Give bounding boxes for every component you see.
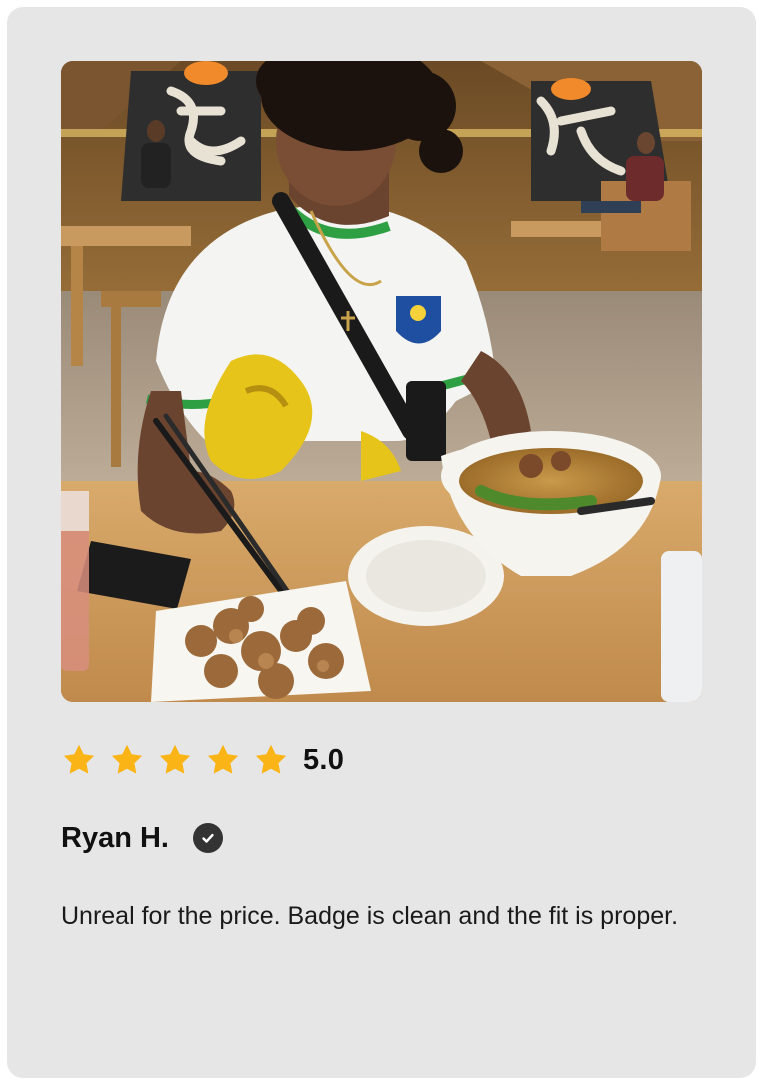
review-photo-image	[61, 61, 702, 702]
star-icon	[159, 744, 191, 774]
rating-value: 5.0	[303, 743, 345, 776]
verified-check-icon	[192, 823, 223, 853]
star-icon	[63, 744, 95, 774]
review-photo[interactable]	[61, 61, 702, 702]
reviewer-name: Ryan H.	[61, 821, 169, 854]
star-icon	[255, 744, 287, 774]
review-card: 5.0 Ryan H. Unreal for the price. Badge …	[7, 7, 756, 1078]
review-text: Unreal for the price. Badge is clean and…	[61, 902, 679, 930]
reviewer: Ryan H.	[61, 817, 223, 859]
star-rating: 5.0	[61, 740, 344, 780]
star-icon	[207, 744, 239, 774]
star-icon	[111, 744, 143, 774]
